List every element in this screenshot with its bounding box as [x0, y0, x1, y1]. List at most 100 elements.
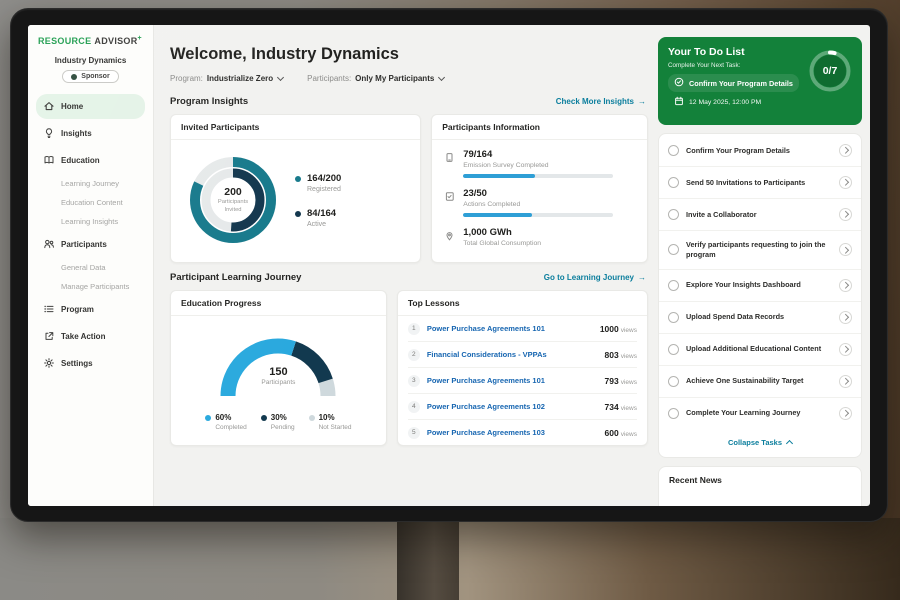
next-task[interactable]: Confirm Your Program Details — [668, 74, 799, 92]
list-icon — [43, 303, 55, 317]
task-checkbox[interactable] — [668, 312, 679, 323]
emission-survey-icon — [444, 150, 455, 178]
program-filter-label: Program: — [170, 74, 203, 83]
donut-legend: 164/200 Registered 84/164 Active — [295, 173, 341, 228]
chevron-down-icon — [277, 74, 284, 81]
legend-dot — [261, 415, 267, 421]
app-logo: RESOURCE ADVISOR+ — [36, 35, 145, 46]
chevron-up-icon — [786, 440, 793, 447]
task-checkbox[interactable] — [668, 177, 679, 188]
task-row[interactable]: Confirm Your Program Details — [659, 135, 861, 167]
todo-progress-ring: 0/7 — [807, 48, 853, 94]
program-filter-value: Industrialize Zero — [207, 74, 273, 83]
task-checkbox[interactable] — [668, 376, 679, 387]
sidebar-item-learning-insights[interactable]: Learning Insights — [36, 212, 145, 231]
sidebar-nav: Home Insights Education Learning Journey… — [36, 93, 145, 377]
task-row[interactable]: Verify participants requesting to join t… — [659, 231, 861, 270]
card-title: Participants Information — [432, 115, 647, 140]
lesson-link[interactable]: Power Purchase Agreements 102 — [427, 402, 598, 411]
lesson-row[interactable]: 4 Power Purchase Agreements 102 734views — [408, 394, 637, 420]
sidebar-item-label: Education — [61, 156, 100, 165]
task-row[interactable]: Invite a Collaborator — [659, 199, 861, 231]
lesson-row[interactable]: 5 Power Purchase Agreements 103 600views — [408, 420, 637, 445]
todo-progress-count: 0/7 — [807, 48, 853, 94]
logo-advisor: ADVISOR+ — [94, 35, 142, 46]
task-row[interactable]: Send 50 Invitations to Participants — [659, 167, 861, 199]
task-row[interactable]: Upload Additional Educational Content — [659, 334, 861, 366]
lesson-link[interactable]: Financial Considerations - VPPAs — [427, 350, 598, 359]
chevron-right-icon[interactable] — [839, 144, 852, 157]
participants-filter-value: Only My Participants — [355, 74, 434, 83]
lesson-link[interactable]: Power Purchase Agreements 103 — [427, 428, 598, 437]
chevron-right-icon[interactable] — [839, 343, 852, 356]
lesson-rank: 4 — [408, 401, 420, 413]
recent-news-title: Recent News — [669, 475, 851, 485]
legend-completed: 60% Completed — [205, 413, 246, 431]
task-row[interactable]: Explore Your Insights Dashboard — [659, 270, 861, 302]
lesson-rank: 5 — [408, 427, 420, 439]
sidebar-item-education-content[interactable]: Education Content — [36, 193, 145, 212]
lesson-row[interactable]: 3 Power Purchase Agreements 101 793views — [408, 368, 637, 394]
lesson-rank: 3 — [408, 375, 420, 387]
chevron-right-icon[interactable] — [839, 279, 852, 292]
task-checkbox[interactable] — [668, 244, 679, 255]
legend-dot — [295, 211, 301, 217]
sidebar-item-learning-journey[interactable]: Learning Journey — [36, 174, 145, 193]
program-insights-header: Program Insights Check More Insights → — [170, 96, 646, 107]
chevron-right-icon[interactable] — [839, 208, 852, 221]
go-to-learning-journey-link[interactable]: Go to Learning Journey → — [544, 273, 646, 282]
task-checkbox[interactable] — [668, 280, 679, 291]
sidebar-item-label: Participants — [61, 240, 107, 249]
chevron-right-icon[interactable] — [839, 311, 852, 324]
lesson-row[interactable]: 2 Financial Considerations - VPPAs 803vi… — [408, 342, 637, 368]
legend-not-started: 10% Not Started — [309, 413, 352, 431]
sidebar-item-program[interactable]: Program — [36, 297, 145, 322]
task-checkbox[interactable] — [668, 408, 679, 419]
task-checkbox[interactable] — [668, 145, 679, 156]
external-action-icon — [43, 330, 55, 344]
task-row[interactable]: Achieve One Sustainability Target — [659, 366, 861, 398]
gear-icon — [43, 357, 55, 371]
recent-news-card: Recent News — [658, 466, 862, 506]
participants-filter[interactable]: Participants: Only My Participants — [307, 74, 444, 83]
check-more-insights-link[interactable]: Check More Insights → — [556, 97, 646, 106]
sidebar-item-manage-participants[interactable]: Manage Participants — [36, 277, 145, 296]
sidebar: RESOURCE ADVISOR+ Industry Dynamics Spon… — [28, 25, 154, 506]
program-filter[interactable]: Program: Industrialize Zero — [170, 74, 283, 83]
home-icon — [43, 100, 55, 114]
sidebar-item-label: Program — [61, 305, 94, 314]
sponsor-badge[interactable]: Sponsor — [62, 70, 118, 83]
sidebar-item-education[interactable]: Education — [36, 148, 145, 173]
lesson-row[interactable]: 1 Power Purchase Agreements 101 1000view… — [408, 316, 637, 342]
sidebar-item-participants[interactable]: Participants — [36, 232, 145, 257]
actions-progress-bar — [463, 213, 613, 217]
lesson-link[interactable]: Power Purchase Agreements 101 — [427, 376, 598, 385]
task-row[interactable]: Complete Your Learning Journey — [659, 398, 861, 429]
sidebar-item-label: Insights — [61, 129, 92, 138]
check-circle-icon — [674, 77, 684, 89]
sidebar-item-general-data[interactable]: General Data — [36, 258, 145, 277]
task-row[interactable]: Upload Spend Data Records — [659, 302, 861, 334]
task-list-card: Confirm Your Program Details Send 50 Inv… — [658, 133, 862, 458]
sidebar-item-home[interactable]: Home — [36, 94, 145, 119]
lesson-views: 600views — [605, 428, 637, 438]
task-checkbox[interactable] — [668, 209, 679, 220]
logo-resource: RESOURCE — [38, 36, 91, 46]
chevron-down-icon — [438, 74, 445, 81]
section-title-program-insights: Program Insights — [170, 96, 248, 107]
card-title: Top Lessons — [398, 291, 647, 316]
chevron-right-icon[interactable] — [839, 407, 852, 420]
invited-participants-card: Invited Participants 200 — [170, 114, 421, 263]
arrow-right-icon: → — [638, 97, 646, 106]
monitor-stand — [397, 518, 459, 600]
card-title: Education Progress — [171, 291, 386, 316]
chevron-right-icon[interactable] — [839, 176, 852, 189]
chevron-right-icon[interactable] — [839, 243, 852, 256]
sidebar-item-settings[interactable]: Settings — [36, 351, 145, 376]
task-checkbox[interactable] — [668, 344, 679, 355]
collapse-tasks-button[interactable]: Collapse Tasks — [659, 429, 861, 456]
lesson-link[interactable]: Power Purchase Agreements 101 — [427, 324, 593, 333]
sidebar-item-insights[interactable]: Insights — [36, 121, 145, 146]
sidebar-item-take-action[interactable]: Take Action — [36, 324, 145, 349]
chevron-right-icon[interactable] — [839, 375, 852, 388]
